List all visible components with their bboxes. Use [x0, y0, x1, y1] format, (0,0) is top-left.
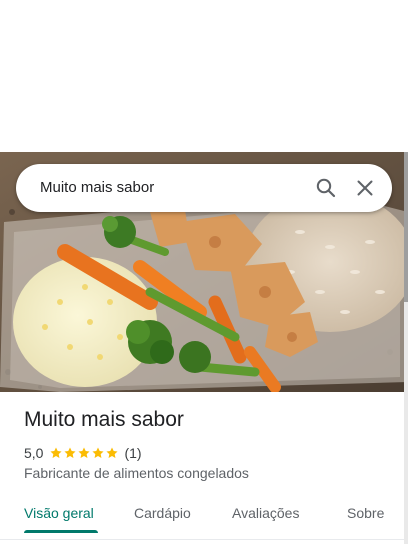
star-icon [92, 447, 105, 458]
map-blank-area [0, 0, 408, 152]
tabs-divider [0, 539, 404, 540]
search-icon[interactable] [314, 176, 338, 200]
tab-reviews[interactable]: Avaliações [232, 494, 299, 532]
review-count-link[interactable]: (1) [124, 445, 141, 461]
search-input[interactable]: Muito mais sabor [40, 164, 154, 212]
scrollbar-thumb[interactable] [404, 152, 408, 302]
star-icon [64, 447, 77, 458]
active-tab-indicator [24, 530, 98, 533]
star-icon [78, 447, 91, 458]
star-icon [106, 447, 119, 458]
tab-about[interactable]: Sobre [347, 494, 384, 532]
tab-menu[interactable]: Cardápio [134, 494, 191, 532]
close-icon[interactable] [353, 176, 377, 200]
search-box[interactable]: Muito mais sabor [16, 164, 392, 212]
star-rating [49, 446, 119, 460]
rating-row[interactable]: 5,0 (1) [24, 444, 142, 462]
star-icon [50, 447, 63, 458]
place-category[interactable]: Fabricante de alimentos congelados [24, 465, 249, 481]
place-tabs: Visão geral Cardápio Avaliações Sobre [0, 494, 404, 538]
place-title: Muito mais sabor [24, 408, 184, 431]
rating-value: 5,0 [24, 445, 44, 461]
tab-overview[interactable]: Visão geral [24, 494, 94, 532]
